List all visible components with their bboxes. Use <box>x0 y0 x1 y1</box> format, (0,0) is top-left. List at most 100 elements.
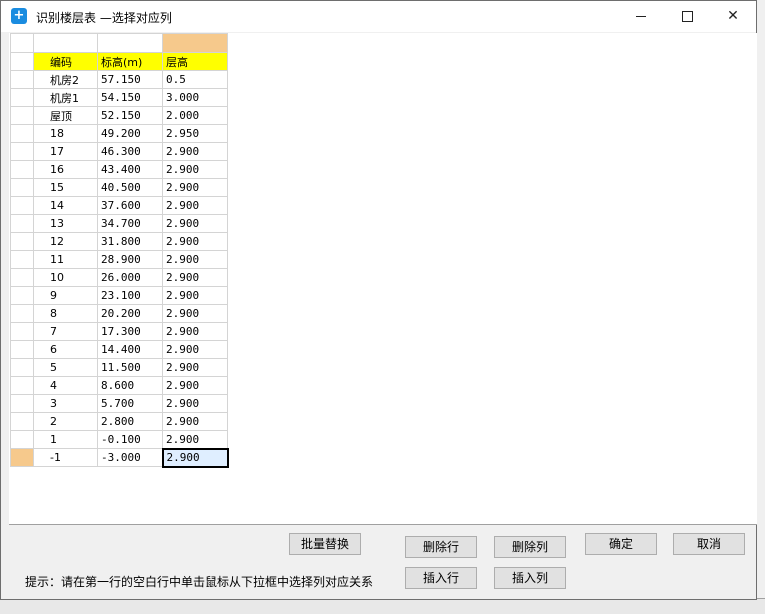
table-row[interactable]: 13 34.700 2.900 <box>10 214 228 233</box>
cell-floor-height[interactable]: 2.900 <box>162 250 228 269</box>
table-row[interactable]: 4 8.600 2.900 <box>10 376 228 395</box>
cell-elevation[interactable]: 37.600 <box>97 196 163 215</box>
cell-code[interactable]: 9 <box>33 286 98 305</box>
table-row[interactable]: 3 5.700 2.900 <box>10 394 228 413</box>
cell-floor-height[interactable]: 2.950 <box>162 124 228 143</box>
row-header[interactable] <box>10 322 34 341</box>
cell-code[interactable]: 1 <box>33 430 98 449</box>
table-row[interactable]: 9 23.100 2.900 <box>10 286 228 305</box>
table-row[interactable]: 7 17.300 2.900 <box>10 322 228 341</box>
table-row[interactable]: -1 -3.000 2.900 <box>10 447 229 468</box>
table-row[interactable]: 2 2.800 2.900 <box>10 412 228 431</box>
cell-floor-height[interactable]: 2.900 <box>162 160 228 179</box>
row-header[interactable] <box>10 33 34 53</box>
cell-elevation[interactable]: 40.500 <box>97 178 163 197</box>
row-header[interactable] <box>10 268 34 287</box>
cell-floor-height[interactable]: 2.900 <box>162 214 228 233</box>
cell-elevation[interactable]: 57.150 <box>97 70 163 89</box>
cell-code[interactable]: 17 <box>33 142 98 161</box>
cell-floor-height[interactable]: 2.900 <box>162 286 228 305</box>
cell-elevation[interactable]: 46.300 <box>97 142 163 161</box>
table-row[interactable]: 15 40.500 2.900 <box>10 178 228 197</box>
cell-code[interactable]: 机房1 <box>33 88 98 107</box>
delete-column-button[interactable]: 删除列 <box>494 536 566 558</box>
cell-elevation[interactable]: 8.600 <box>97 376 163 395</box>
cell-elevation[interactable]: 52.150 <box>97 106 163 125</box>
cell-elevation[interactable]: -3.000 <box>97 448 163 467</box>
cell-code[interactable]: 屋顶 <box>33 106 98 125</box>
cell-elevation[interactable]: 11.500 <box>97 358 163 377</box>
cell-code[interactable]: 18 <box>33 124 98 143</box>
cell-elevation[interactable]: 26.000 <box>97 268 163 287</box>
cell-floor-height[interactable]: 2.900 <box>162 430 228 449</box>
batch-replace-button[interactable]: 批量替换 <box>289 533 361 555</box>
row-header[interactable] <box>10 196 34 215</box>
row-header[interactable] <box>10 160 34 179</box>
cell-elevation[interactable]: 14.400 <box>97 340 163 359</box>
row-header[interactable] <box>10 106 34 125</box>
row-header[interactable] <box>10 430 34 449</box>
table-row[interactable]: 1 -0.100 2.900 <box>10 430 228 449</box>
table-row[interactable]: 16 43.400 2.900 <box>10 160 228 179</box>
insert-row-button[interactable]: 插入行 <box>405 567 477 589</box>
cell-code[interactable]: 6 <box>33 340 98 359</box>
cell-floor-height[interactable]: 2.900 <box>161 447 229 468</box>
cell-elevation[interactable]: 43.400 <box>97 160 163 179</box>
cell-code[interactable]: 4 <box>33 376 98 395</box>
table-row[interactable]: 14 37.600 2.900 <box>10 196 228 215</box>
column-mapping-cell-selected[interactable] <box>162 33 228 53</box>
table-row[interactable]: 17 46.300 2.900 <box>10 142 228 161</box>
ok-button[interactable]: 确定 <box>585 533 657 555</box>
cell-elevation[interactable]: 34.700 <box>97 214 163 233</box>
table-row[interactable]: 11 28.900 2.900 <box>10 250 228 269</box>
row-header[interactable] <box>10 70 34 89</box>
row-header[interactable] <box>10 178 34 197</box>
row-header[interactable] <box>10 124 34 143</box>
cell-floor-height[interactable]: 2.900 <box>162 376 228 395</box>
row-header[interactable] <box>10 214 34 233</box>
table-row[interactable]: 18 49.200 2.950 <box>10 124 228 143</box>
table-row[interactable]: 5 11.500 2.900 <box>10 358 228 377</box>
cell-floor-height[interactable]: 3.000 <box>162 88 228 107</box>
cell-elevation[interactable]: 49.200 <box>97 124 163 143</box>
cell-floor-height[interactable]: 2.900 <box>162 268 228 287</box>
cell-code[interactable]: 16 <box>33 160 98 179</box>
cell-floor-height[interactable]: 2.900 <box>162 232 228 251</box>
cancel-button[interactable]: 取消 <box>673 533 745 555</box>
cell-elevation[interactable]: -0.100 <box>97 430 163 449</box>
table-row[interactable]: 8 20.200 2.900 <box>10 304 228 323</box>
row-header[interactable] <box>10 286 34 305</box>
cell-code[interactable]: 13 <box>33 214 98 233</box>
maximize-button[interactable] <box>664 1 710 32</box>
cell-floor-height[interactable]: 2.900 <box>162 304 228 323</box>
cell-elevation[interactable]: 20.200 <box>97 304 163 323</box>
table-row[interactable]: 机房1 54.150 3.000 <box>10 88 228 107</box>
column-mapping-cell[interactable] <box>33 33 98 53</box>
row-header[interactable] <box>10 376 34 395</box>
cell-floor-height[interactable]: 0.5 <box>162 70 228 89</box>
table-row[interactable]: 10 26.000 2.900 <box>10 268 228 287</box>
cell-code[interactable]: 14 <box>33 196 98 215</box>
table-row[interactable]: 6 14.400 2.900 <box>10 340 228 359</box>
insert-column-button[interactable]: 插入列 <box>494 567 566 589</box>
row-header[interactable] <box>10 142 34 161</box>
row-header[interactable] <box>10 304 34 323</box>
cell-code[interactable]: 2 <box>33 412 98 431</box>
cell-floor-height[interactable]: 2.900 <box>162 340 228 359</box>
cell-floor-height[interactable]: 2.900 <box>162 142 228 161</box>
close-button[interactable]: ✕ <box>710 1 756 32</box>
cell-floor-height[interactable]: 2.900 <box>162 178 228 197</box>
cell-code[interactable]: 3 <box>33 394 98 413</box>
cell-elevation[interactable]: 23.100 <box>97 286 163 305</box>
cell-floor-height[interactable]: 2.900 <box>162 322 228 341</box>
row-header[interactable] <box>10 412 34 431</box>
delete-row-button[interactable]: 删除行 <box>405 536 477 558</box>
cell-code[interactable]: 15 <box>33 178 98 197</box>
cell-code[interactable]: 11 <box>33 250 98 269</box>
cell-elevation[interactable]: 54.150 <box>97 88 163 107</box>
cell-code[interactable]: 10 <box>33 268 98 287</box>
row-header[interactable] <box>10 358 34 377</box>
row-header[interactable] <box>10 232 34 251</box>
cell-code[interactable]: -1 <box>33 448 98 467</box>
floor-grid[interactable]: 编码 标高(m) 层高 机房2 57.150 0.5 机房1 54.150 3.000 屋顶… <box>9 33 757 525</box>
